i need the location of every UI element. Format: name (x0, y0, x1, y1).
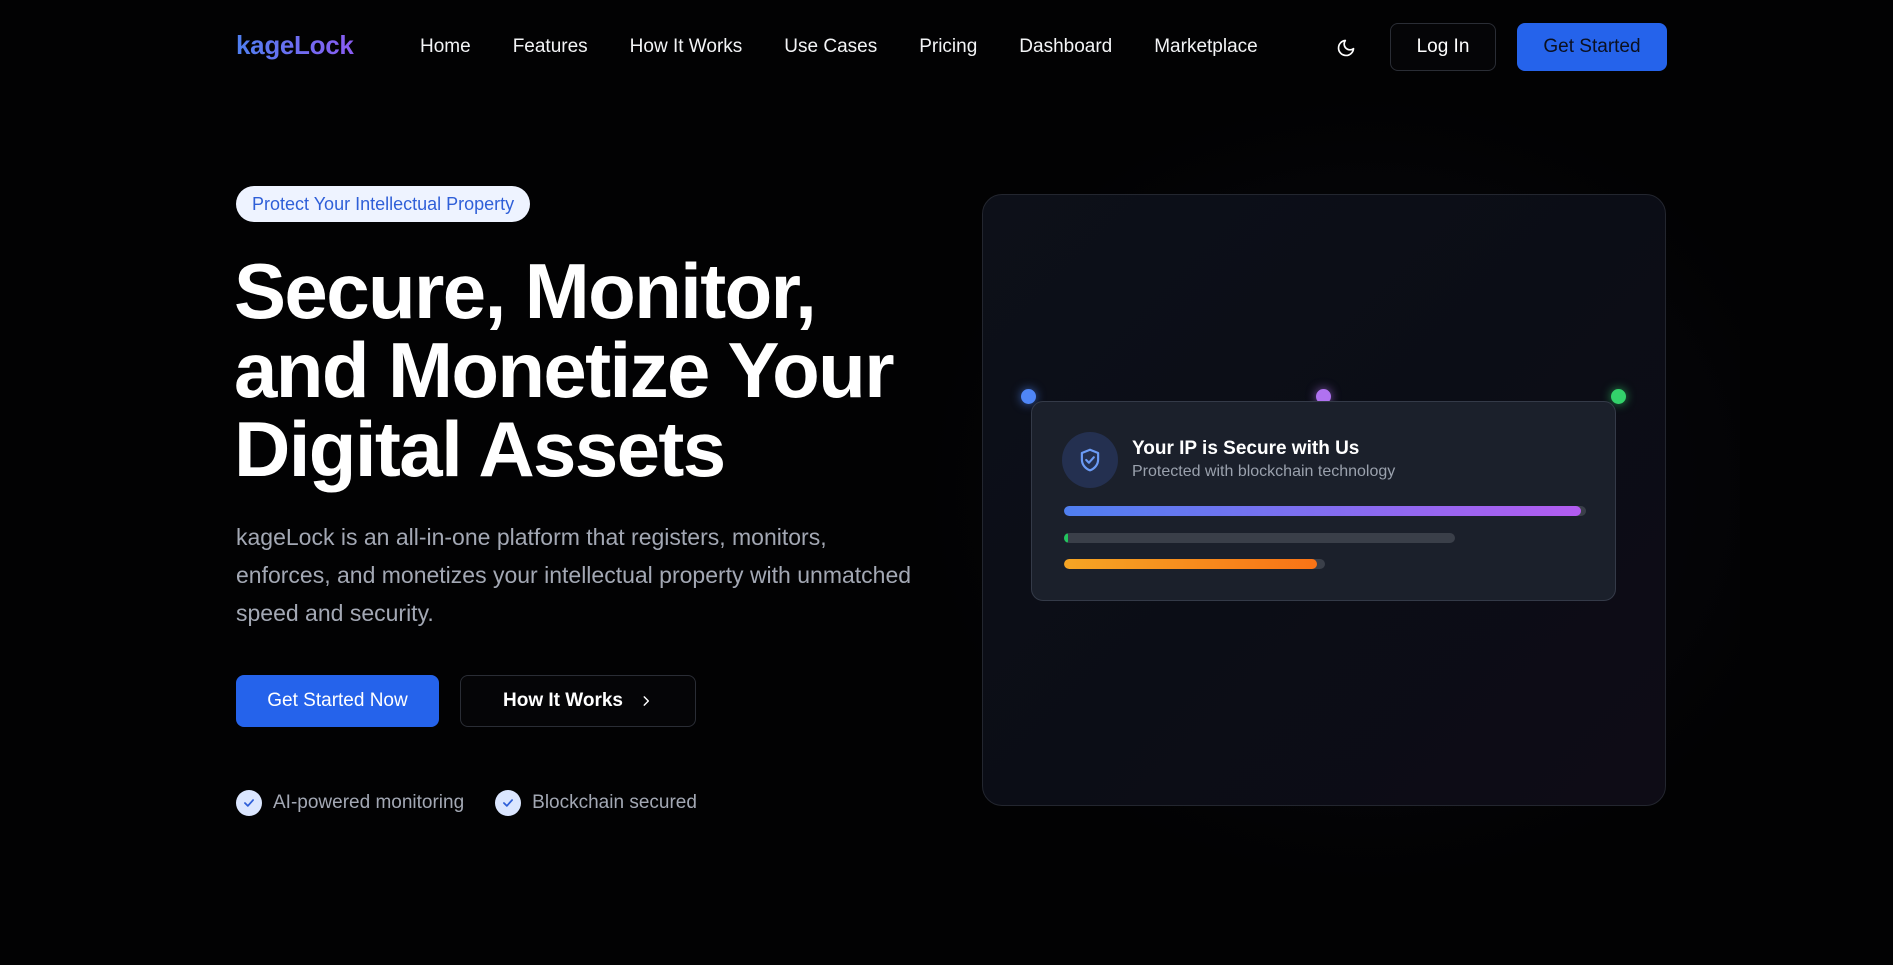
security-status-card: Your IP is Secure with Us Protected with… (1031, 401, 1616, 601)
get-started-now-button[interactable]: Get Started Now (236, 675, 439, 727)
hero-title-line-1: Secure, Monitor, (234, 247, 817, 335)
progress-fill (1064, 559, 1318, 569)
feature-item: Blockchain secured (495, 790, 697, 816)
hero-badge: Protect Your Intellectual Property (236, 186, 531, 222)
nav-use-cases[interactable]: Use Cases (784, 36, 877, 58)
check-icon (236, 790, 262, 816)
feature-item: AI-powered monitoring (236, 790, 464, 816)
node-dot-blue (1021, 389, 1036, 404)
logo[interactable]: kageLock (236, 30, 354, 61)
progress-bar-1 (1064, 506, 1586, 516)
card-subtitle: Protected with blockchain technology (1132, 463, 1396, 480)
nav-marketplace[interactable]: Marketplace (1154, 36, 1258, 58)
hero-title-line-2: and Monetize Your (234, 326, 895, 414)
progress-fill (1064, 506, 1581, 516)
how-it-works-button[interactable]: How It Works (460, 675, 696, 727)
chevron-right-icon (643, 696, 650, 706)
feature-label: AI-powered monitoring (273, 792, 465, 813)
get-started-button[interactable]: Get Started (1517, 23, 1667, 71)
main-nav: Home Features How It Works Use Cases Pri… (420, 36, 1300, 58)
nav-home[interactable]: Home (420, 36, 471, 58)
progress-fill (1064, 533, 1068, 543)
hero-description: kageLock is an all-in-one platform that … (236, 524, 912, 626)
nav-features[interactable]: Features (513, 36, 588, 58)
hero-title-line-3: Digital Assets (234, 405, 726, 493)
nav-how-it-works[interactable]: How It Works (630, 36, 743, 58)
nav-dashboard[interactable]: Dashboard (1019, 36, 1112, 58)
card-title: Your IP is Secure with Us (1132, 438, 1360, 459)
moon-icon (1337, 39, 1355, 57)
feature-list: AI-powered monitoring Blockchain secured (236, 790, 728, 816)
shield-check-icon (1062, 432, 1118, 488)
progress-bar-3 (1064, 559, 1325, 569)
how-it-works-label: How It Works (503, 690, 623, 711)
progress-bar-2 (1064, 533, 1455, 543)
theme-toggle-button[interactable] (1331, 33, 1361, 63)
hero-title: Secure, Monitor, and Monetize Your Digit… (234, 252, 954, 489)
nav-pricing[interactable]: Pricing (919, 36, 977, 58)
node-dot-green (1611, 389, 1626, 404)
site-header: kageLock Home Features How It Works Use … (0, 0, 1893, 95)
feature-label: Blockchain secured (532, 792, 697, 813)
login-button[interactable]: Log In (1390, 23, 1496, 71)
check-icon (495, 790, 522, 816)
